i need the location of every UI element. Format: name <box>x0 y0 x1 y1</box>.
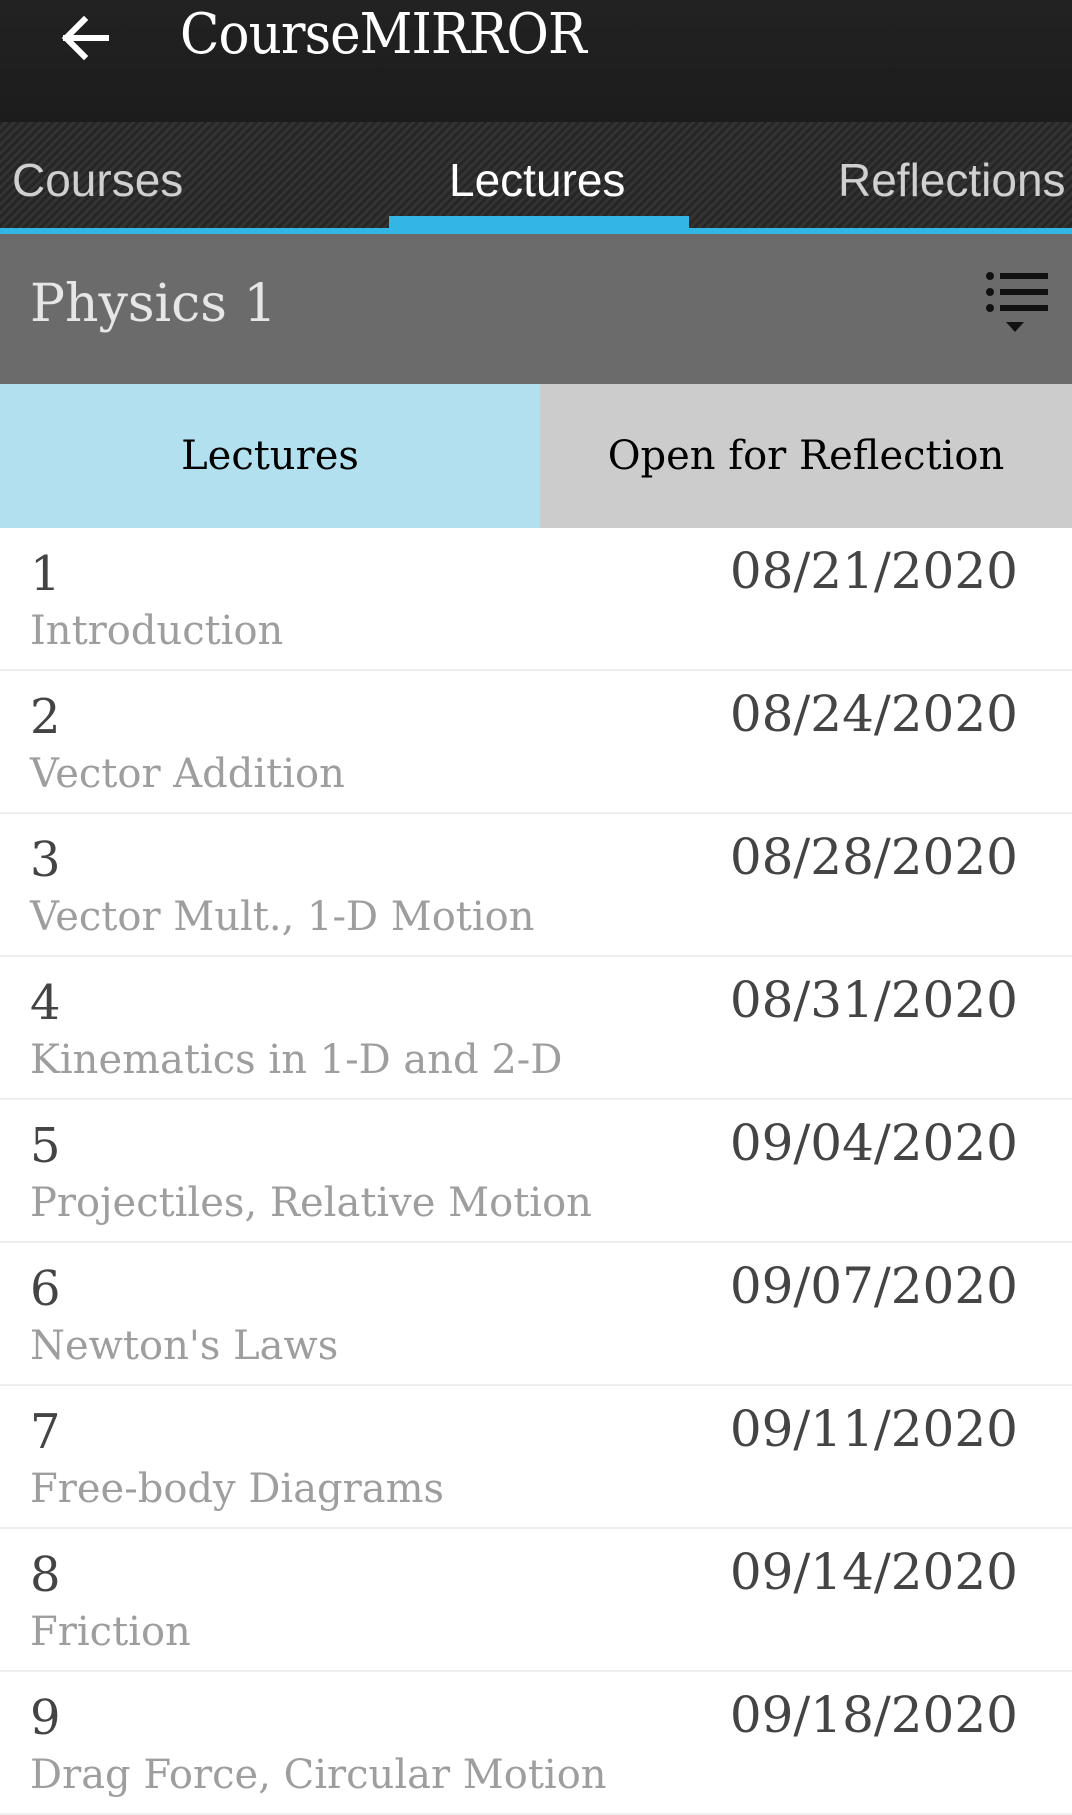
course-header: Physics 1 <box>0 234 1072 384</box>
lecture-date: 09/14/2020 <box>729 1543 1018 1601</box>
lecture-number: 9 <box>30 1690 61 1746</box>
app-title: CourseMIRROR <box>180 2 587 67</box>
lecture-title: Free-body Diagrams <box>30 1466 445 1512</box>
lecture-date: 08/31/2020 <box>729 971 1018 1029</box>
lecture-date: 09/18/2020 <box>729 1686 1018 1744</box>
lecture-title: Friction <box>30 1609 191 1655</box>
lecture-number: 1 <box>30 546 61 602</box>
tab-lectures[interactable]: Lectures <box>449 122 625 228</box>
lecture-title: Vector Addition <box>30 751 345 797</box>
app-bar: CourseMIRROR <box>0 0 1072 122</box>
lecture-number: 7 <box>30 1404 61 1460</box>
lecture-number: 2 <box>30 689 61 745</box>
lecture-title: Introduction <box>30 608 284 654</box>
lecture-row[interactable]: 4 Kinematics in 1-D and 2-D 08/31/2020 <box>0 957 1072 1100</box>
lecture-title: Newton's Laws <box>30 1323 339 1369</box>
lecture-row[interactable]: 1 Introduction 08/21/2020 <box>0 528 1072 671</box>
lecture-number: 6 <box>30 1261 61 1317</box>
lecture-row[interactable]: 6 Newton's Laws 09/07/2020 <box>0 1243 1072 1386</box>
lecture-title: Vector Mult., 1-D Motion <box>30 894 535 940</box>
lecture-row[interactable]: 3 Vector Mult., 1-D Motion 08/28/2020 <box>0 814 1072 957</box>
active-tab-indicator <box>389 216 689 228</box>
back-button[interactable] <box>56 8 116 68</box>
lecture-date: 09/07/2020 <box>729 1257 1018 1315</box>
filter-list-icon <box>986 272 1048 332</box>
course-name: Physics 1 <box>30 274 277 334</box>
lecture-date: 09/11/2020 <box>729 1400 1018 1458</box>
lecture-number: 5 <box>30 1118 61 1174</box>
lecture-row[interactable]: 8 Friction 09/14/2020 <box>0 1529 1072 1672</box>
lecture-number: 4 <box>30 975 61 1031</box>
lecture-date: 08/24/2020 <box>729 685 1018 743</box>
lecture-row[interactable]: 5 Projectiles, Relative Motion 09/04/2020 <box>0 1100 1072 1243</box>
lecture-title: Projectiles, Relative Motion <box>30 1180 592 1226</box>
lecture-date: 08/21/2020 <box>729 542 1018 600</box>
main-tabs: Courses Lectures Reflections <box>0 122 1072 228</box>
lecture-list: 1 Introduction 08/21/2020 2 Vector Addition… <box>0 528 1072 1815</box>
lecture-row[interactable]: 2 Vector Addition 08/24/2020 <box>0 671 1072 814</box>
lecture-row[interactable]: 9 Drag Force, Circular Motion 09/18/2020 <box>0 1672 1072 1815</box>
lecture-date: 08/28/2020 <box>729 828 1018 886</box>
tab-courses[interactable]: Courses <box>12 122 183 228</box>
lecture-title: Drag Force, Circular Motion <box>30 1752 607 1798</box>
lecture-number: 8 <box>30 1547 61 1603</box>
filter-button[interactable] <box>982 272 1054 342</box>
segment-lectures[interactable]: Lectures <box>0 384 540 528</box>
arrow-left-icon <box>61 15 109 61</box>
lecture-number: 3 <box>30 832 61 888</box>
tab-reflections[interactable]: Reflections <box>838 122 1066 228</box>
segment-open-for-reflection[interactable]: Open for Reflection <box>540 384 1072 528</box>
lecture-row[interactable]: 7 Free-body Diagrams 09/11/2020 <box>0 1386 1072 1529</box>
lecture-date: 09/04/2020 <box>729 1114 1018 1172</box>
lecture-title: Kinematics in 1-D and 2-D <box>30 1037 563 1083</box>
